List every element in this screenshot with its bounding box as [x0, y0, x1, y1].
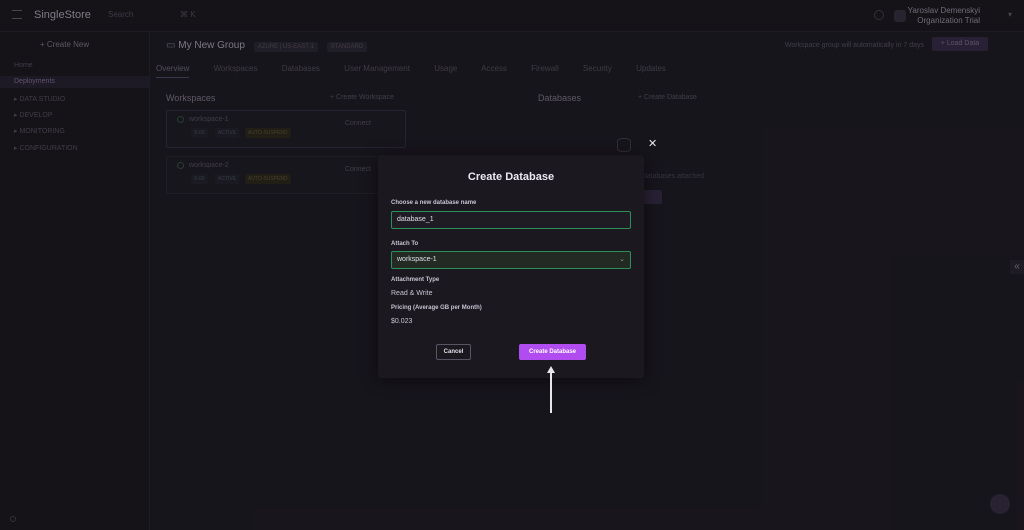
- chevron-down-icon: ⌄: [619, 256, 625, 263]
- name-label: Choose a new database name: [391, 200, 477, 206]
- type-label: Attachment Type: [391, 277, 440, 283]
- dialog-title: Create Database: [467, 171, 555, 183]
- pricing-value: $0.023: [391, 318, 413, 325]
- attach-to-value: workspace-1: [397, 256, 437, 263]
- type-value: Read & Write: [391, 290, 433, 297]
- annotation-arrow: [550, 372, 552, 413]
- attach-to-select[interactable]: workspace-1 ⌄: [391, 251, 631, 269]
- attach-label: Attach To: [391, 241, 419, 247]
- create-database-dialog: Create Database Choose a new database na…: [378, 155, 644, 378]
- database-name-input[interactable]: database_1: [391, 211, 631, 229]
- close-icon[interactable]: ✕: [648, 137, 657, 150]
- cancel-button[interactable]: Cancel: [436, 344, 471, 360]
- pricing-label: Pricing (Average GB per Month): [391, 305, 482, 311]
- create-database-button[interactable]: Create Database: [519, 344, 586, 360]
- app-root: SingleStore Search ⌘ K Yaroslav Demensky…: [0, 0, 1024, 530]
